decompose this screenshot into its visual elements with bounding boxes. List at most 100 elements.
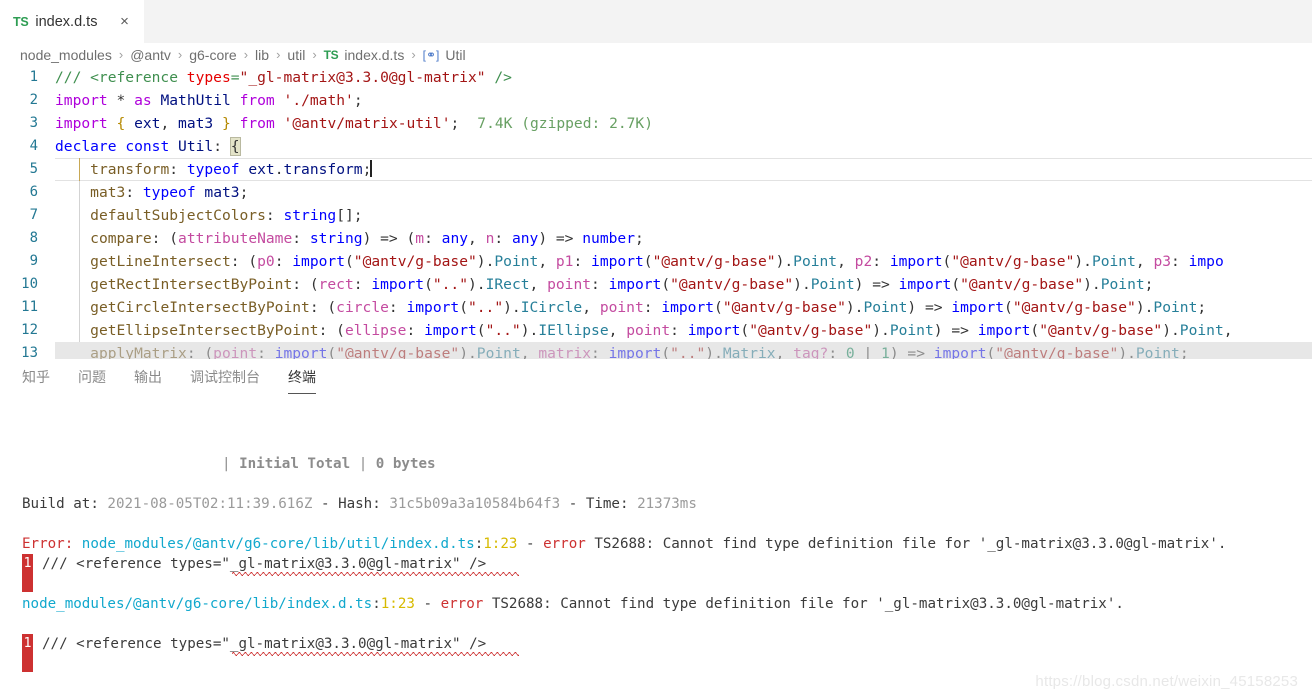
import-cost-hint: 7.4K (gzipped: 2.7K) (477, 115, 654, 132)
code-content: import * as MathUtil from './math'; (55, 92, 363, 109)
code-editor[interactable]: 1 /// <reference types="_gl-matrix@3.3.0… (0, 66, 1312, 359)
terminal-output[interactable]: | Initial Total | 0 bytes Build at: 2021… (0, 394, 1312, 700)
summary-bar: | (358, 456, 368, 472)
code-content: import { ext, mat3 } from '@antv/matrix-… (55, 115, 460, 132)
code-line[interactable]: 3 import { ext, mat3 } from '@antv/matri… (0, 112, 1312, 135)
terminal-error-snippet-2: 1 /// <reference types="_gl-matrix@3.3.0… (0, 634, 1312, 674)
breadcrumb-item-antv[interactable]: @antv (130, 47, 171, 63)
code-content: applyMatrix: (point: import("@antv/g-bas… (90, 345, 1189, 359)
indent-guide (79, 181, 80, 204)
breadcrumb-item-util[interactable]: util (287, 47, 305, 63)
panel-tab-output[interactable]: 输出 (134, 367, 162, 394)
panel-tab-problems[interactable]: 问题 (78, 367, 106, 394)
code-line[interactable]: 2 import * as MathUtil from './math'; (0, 89, 1312, 112)
code-content: mat3: typeof mat3; (90, 184, 249, 201)
code-line[interactable]: 13 applyMatrix: (point: import("@antv/g-… (0, 342, 1312, 359)
breadcrumb-item-lib[interactable]: lib (255, 47, 269, 63)
chevron-right-icon: › (243, 47, 249, 62)
indent-guide (79, 227, 80, 250)
summary-bar: | (222, 456, 231, 472)
error-squiggly-underline (232, 652, 519, 660)
code-content: getCircleIntersectByPoint: (circle: impo… (90, 299, 1207, 316)
code-content: getLineIntersect: (p0: import("@antv/g-b… (90, 253, 1224, 270)
indent-guide (79, 319, 80, 342)
error-prefix: Error: (22, 536, 74, 552)
line-number: 1 (29, 69, 38, 85)
close-icon[interactable]: × (116, 14, 132, 29)
terminal-build-line: Build at: 2021-08-05T02:11:39.616Z - Has… (0, 494, 1312, 514)
summary-label: Initial Total (239, 456, 351, 472)
code-content: declare const Util: { (55, 137, 241, 156)
code-line[interactable]: 9 getLineIntersect: (p0: import("@antv/g… (0, 250, 1312, 273)
error-path[interactable]: node_modules/@antv/g6-core/lib/index.d.t… (22, 596, 372, 612)
line-number: 2 (29, 92, 38, 108)
tab-bar-empty-area (145, 0, 1312, 43)
indent-guide (79, 250, 80, 273)
chevron-right-icon: › (411, 47, 416, 62)
code-content: defaultSubjectColors: string[]; (90, 207, 363, 224)
line-number: 5 (29, 161, 38, 177)
code-content: transform: typeof ext.transform; (90, 160, 372, 178)
code-line[interactable]: 6 mat3: typeof mat3; (0, 181, 1312, 204)
terminal-error-snippet-1: 1 /// <reference types="_gl-matrix@3.3.0… (0, 554, 1312, 594)
code-content: /// <reference types="_gl-matrix@3.3.0@g… (55, 69, 512, 86)
panel-tab-bar: 知乎 问题 输出 调试控制台 终端 (0, 359, 1312, 394)
line-number: 3 (29, 115, 38, 131)
dash: - (320, 496, 330, 512)
terminal-error-line-2: node_modules/@antv/g6-core/lib/index.d.t… (22, 596, 1124, 612)
error-code: TS2688: (491, 596, 552, 612)
summary-value: 0 bytes (375, 456, 436, 472)
editor-tab-index-d-ts[interactable]: TS index.d.ts × (0, 0, 145, 43)
error-path[interactable]: node_modules/@antv/g6-core/lib/util/inde… (82, 536, 475, 552)
code-line[interactable]: 8 compare: (attributeName: string) => (m… (0, 227, 1312, 250)
build-time: 21373ms (637, 496, 697, 512)
typescript-file-icon: TS (323, 47, 339, 62)
error-position: 1:23 (380, 596, 415, 612)
error-position: 1:23 (483, 536, 518, 552)
chevron-right-icon: › (177, 47, 183, 62)
error-severity: error (543, 536, 586, 552)
text-cursor (370, 160, 372, 177)
breadcrumb-item-node_modules[interactable]: node_modules (20, 47, 112, 63)
line-number: 7 (29, 207, 38, 223)
watermark: https://blog.csdn.net/weixin_45158253 (1035, 673, 1298, 690)
code-line[interactable]: 10 getRectIntersectByPoint: (rect: impor… (0, 273, 1312, 296)
panel-tab-terminal[interactable]: 终端 (288, 367, 316, 394)
indent-guide (79, 296, 80, 319)
terminal-summary-line: | Initial Total | 0 bytes (0, 454, 1312, 474)
matching-brace-highlight: { (229, 137, 241, 156)
build-label: Build at: (22, 496, 99, 512)
error-message: Cannot find type definition file for '_g… (662, 536, 1227, 552)
breadcrumb-item-symbol-util[interactable]: Util (445, 47, 465, 63)
panel-tab-debug-console[interactable]: 调试控制台 (190, 367, 260, 394)
variable-symbol-icon: [⚭] (422, 47, 440, 62)
line-number: 6 (29, 184, 38, 200)
line-number: 11 (21, 299, 38, 315)
dash: - (568, 496, 578, 512)
breadcrumb-item-g6-core[interactable]: g6-core (189, 47, 236, 63)
code-line[interactable]: 12 getEllipseIntersectByPoint: (ellipse:… (0, 319, 1312, 342)
build-timestamp: 2021-08-05T02:11:39.616Z (107, 496, 313, 512)
code-line[interactable]: 1 /// <reference types="_gl-matrix@3.3.0… (0, 66, 1312, 89)
code-line[interactable]: 7 defaultSubjectColors: string[]; (0, 204, 1312, 227)
tab-label: index.d.ts (35, 13, 98, 30)
error-code: TS2688: (594, 536, 655, 552)
code-line[interactable]: 11 getCircleIntersectByPoint: (circle: i… (0, 296, 1312, 319)
line-number: 9 (29, 253, 38, 269)
line-number: 10 (21, 276, 38, 292)
bottom-panel: 知乎 问题 输出 调试控制台 终端 | Initial Total | 0 by… (0, 359, 1312, 700)
dash: - (423, 596, 433, 612)
code-line[interactable]: 4 declare const Util: { (0, 135, 1312, 158)
code-line-active[interactable]: 5 transform: typeof ext.transform; (0, 158, 1312, 181)
chevron-right-icon: › (118, 47, 124, 62)
error-snippet-code: /// <reference types="_gl-matrix@3.3.0@g… (42, 636, 487, 652)
breadcrumb: node_modules › @antv › g6-core › lib › u… (0, 43, 1312, 66)
editor-tab-bar: TS index.d.ts × (0, 0, 1312, 43)
panel-tab-zhihu[interactable]: 知乎 (22, 367, 50, 394)
breadcrumb-item-file[interactable]: index.d.ts (344, 47, 404, 63)
chevron-right-icon: › (312, 47, 317, 62)
